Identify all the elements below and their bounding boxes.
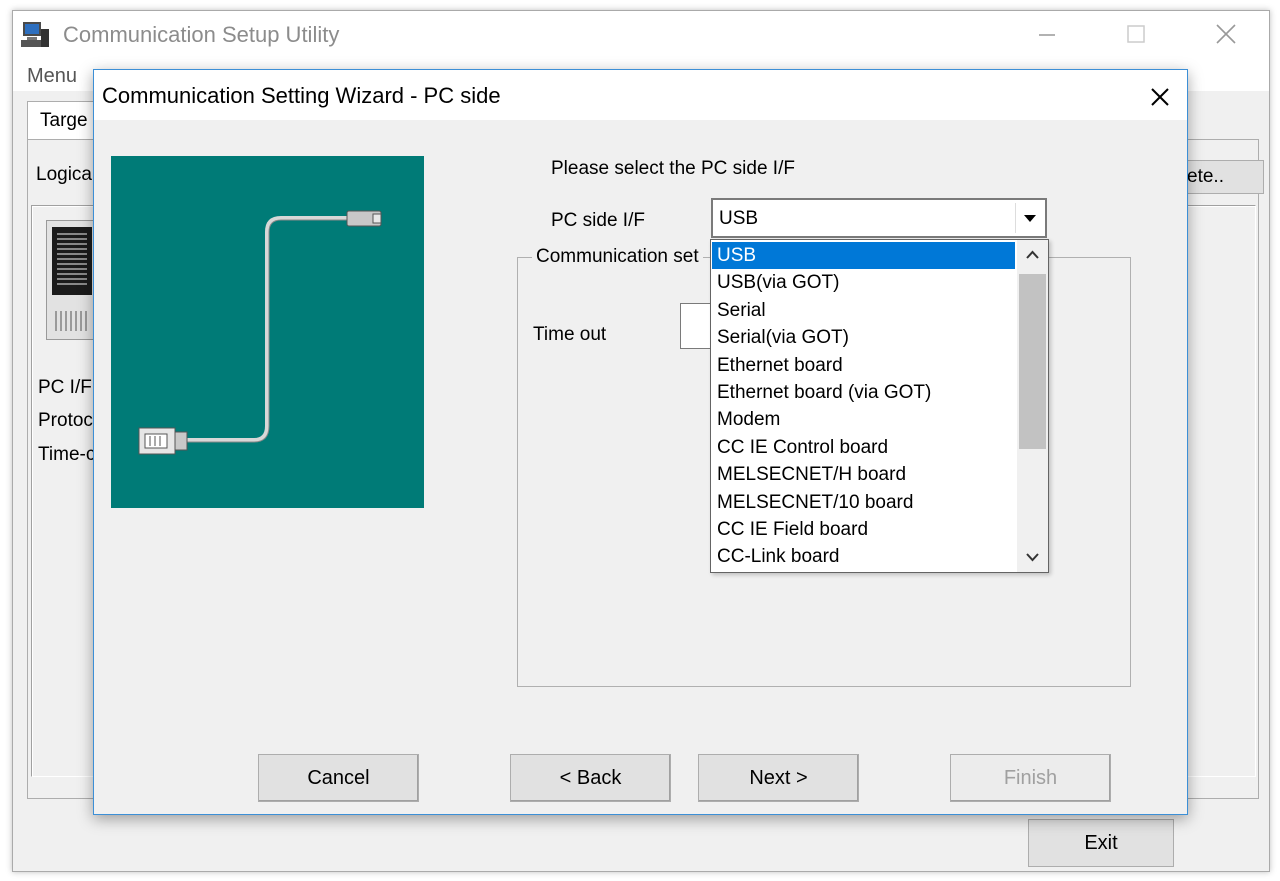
tab-target-label: Targe xyxy=(40,110,88,131)
main-titlebar[interactable]: Communication Setup Utility xyxy=(13,11,1269,57)
list-item[interactable]: MELSECNET/H board xyxy=(712,461,1015,488)
cancel-button[interactable]: Cancel xyxy=(258,754,419,802)
protocol-label: Protoc xyxy=(38,410,93,431)
list-item[interactable]: Ethernet board (via GOT) xyxy=(712,379,1015,406)
close-icon[interactable] xyxy=(1203,11,1249,57)
list-item[interactable]: CC-Link board xyxy=(712,543,1015,570)
chevron-down-icon[interactable] xyxy=(1017,542,1048,572)
list-item[interactable]: CC IE Control board xyxy=(712,434,1015,461)
chevron-down-icon[interactable] xyxy=(1015,203,1043,233)
finish-button: Finish xyxy=(950,754,1111,802)
list-item[interactable]: Serial xyxy=(712,297,1015,324)
pc-side-if-label: PC side I/F xyxy=(551,210,645,231)
wizard-title: Communication Setting Wizard - PC side xyxy=(102,83,501,108)
close-icon[interactable] xyxy=(1140,76,1180,116)
list-item[interactable]: MELSECNET/10 board xyxy=(712,489,1015,516)
computer-app-icon xyxy=(21,21,51,49)
communication-settings-legend: Communication set xyxy=(532,246,703,268)
dropdown-scrollbar[interactable] xyxy=(1017,240,1048,572)
chevron-up-icon[interactable] xyxy=(1017,240,1048,270)
plc-image xyxy=(46,220,96,340)
wizard-titlebar[interactable]: Communication Setting Wizard - PC side xyxy=(94,70,1187,120)
back-button[interactable]: < Back xyxy=(510,754,671,802)
list-item[interactable]: USB(via GOT) xyxy=(712,269,1015,296)
list-item[interactable]: USB xyxy=(712,242,1015,270)
list-item[interactable]: Serial(via GOT) xyxy=(712,324,1015,351)
timeout-label: Time out xyxy=(533,324,607,345)
scrollbar-thumb[interactable] xyxy=(1019,274,1046,449)
next-button[interactable]: Next > xyxy=(698,754,859,802)
main-window-title: Communication Setup Utility xyxy=(63,22,340,47)
minimize-icon[interactable] xyxy=(1023,11,1069,57)
exit-button[interactable]: Exit xyxy=(1028,819,1174,867)
list-item[interactable]: Ethernet board xyxy=(712,352,1015,379)
select-prompt: Please select the PC side I/F xyxy=(551,158,795,179)
pc-if-label: PC I/F xyxy=(38,377,92,398)
maximize-icon[interactable] xyxy=(1113,11,1159,57)
time-out-label: Time-c xyxy=(38,444,96,465)
logical-station-label: Logica xyxy=(36,164,92,185)
cable-illustration xyxy=(111,156,424,508)
dropdown-options: USB USB(via GOT) Serial Serial(via GOT) … xyxy=(712,242,1015,571)
list-item[interactable]: Modem xyxy=(712,406,1015,433)
pc-side-if-dropdown-list[interactable]: USB USB(via GOT) Serial Serial(via GOT) … xyxy=(710,239,1049,573)
pc-side-if-select[interactable]: USB xyxy=(711,198,1047,238)
list-item[interactable]: CC IE Field board xyxy=(712,516,1015,543)
pc-side-if-value: USB xyxy=(719,208,759,229)
menu-item-menu[interactable]: Menu xyxy=(27,65,77,88)
